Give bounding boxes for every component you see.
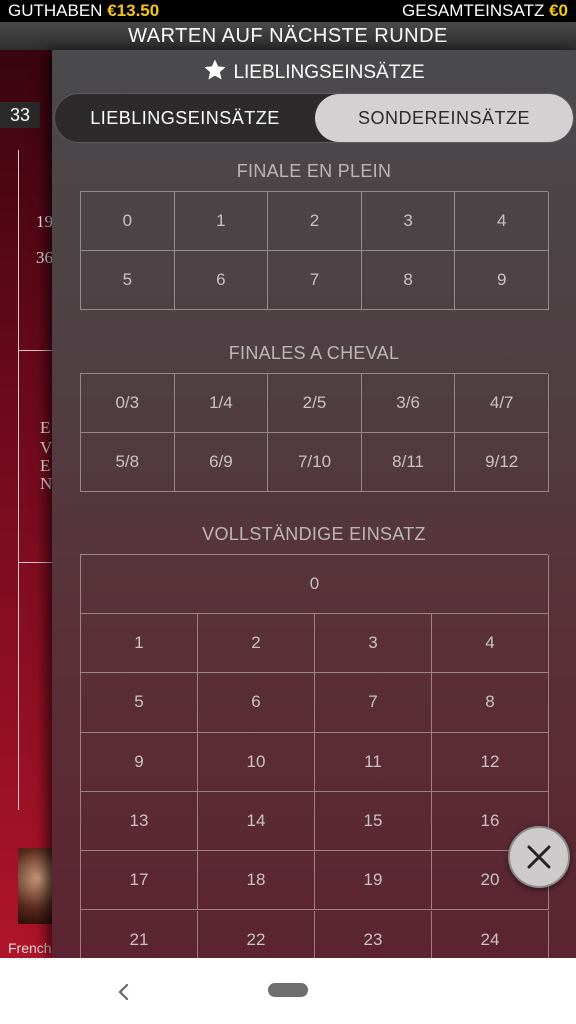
last-number-badge: 33 <box>0 102 40 128</box>
bet-cell[interactable]: 0/3 <box>81 374 175 433</box>
bet-cell[interactable]: 3 <box>315 614 432 674</box>
tab-favorite-bets[interactable]: LIEBLINGSEINSÄTZE <box>55 94 315 142</box>
back-chevron-icon[interactable] <box>114 980 134 1004</box>
panel-title: LIEBLINGSEINSÄTZE <box>52 58 576 86</box>
bet-cell[interactable]: 1 <box>174 192 269 251</box>
bet-cell[interactable]: 0 <box>81 192 175 251</box>
board-text: V <box>40 438 53 457</box>
close-icon <box>527 845 551 869</box>
total-bet-value: €0 <box>549 1 568 20</box>
special-bets-panel: LIEBLINGSEINSÄTZE LIEBLINGSEINSÄTZE SOND… <box>52 50 576 958</box>
section-title-complete-bets: VOLLSTÄNDIGE EINSATZ <box>202 524 426 544</box>
finales-a-cheval-grid: 0/3 1/4 2/5 3/6 4/7 5/8 6/9 7/10 8/11 9/12 <box>80 373 549 492</box>
panel-title-label: LIEBLINGSEINSÄTZE <box>233 62 425 83</box>
total-bet-label: GESAMTEINSATZ <box>402 1 545 20</box>
total-bet: GESAMTEINSATZ €0 <box>402 1 568 21</box>
bet-cell[interactable]: 8 <box>361 251 456 310</box>
bet-cell[interactable]: 23 <box>315 910 432 958</box>
bet-cell[interactable]: 3 <box>361 192 456 251</box>
bet-cell[interactable]: 11 <box>315 732 432 792</box>
bet-type-toggle: LIEBLINGSEINSÄTZE SONDEREINSÄTZE <box>54 93 574 143</box>
bet-cell[interactable]: 1/4 <box>174 374 269 433</box>
bet-cell[interactable]: 17 <box>81 851 198 911</box>
bet-cell[interactable]: 10 <box>198 732 315 792</box>
bet-cell[interactable]: 4 <box>432 614 549 674</box>
bet-cell[interactable]: 2 <box>268 192 362 251</box>
bet-cell[interactable]: 2 <box>198 614 315 674</box>
bet-cell[interactable]: 4/7 <box>455 374 549 433</box>
bet-cell[interactable]: 8 <box>432 673 549 733</box>
home-pill-icon[interactable] <box>268 983 308 997</box>
bet-cell[interactable]: 15 <box>315 791 432 852</box>
bet-cell[interactable]: 24 <box>432 910 549 958</box>
bet-cell[interactable]: 6/9 <box>174 433 269 492</box>
bet-cell[interactable]: 6 <box>198 673 315 733</box>
bet-cell[interactable]: 13 <box>81 791 198 852</box>
bet-cell[interactable]: 22 <box>198 910 315 958</box>
section-title-finale-en-plein: FINALE EN PLEIN <box>236 161 392 181</box>
bet-cell[interactable]: 18 <box>198 851 315 911</box>
bet-cell[interactable]: 7 <box>268 251 362 310</box>
bet-cell[interactable]: 6 <box>174 251 269 310</box>
board-text: 19 <box>36 212 53 231</box>
balance: GUTHABEN €13.50 <box>8 1 159 21</box>
bet-cell[interactable]: 5 <box>81 673 198 733</box>
board-text: E <box>40 418 51 437</box>
finale-en-plein-grid: 01234 56789 <box>80 191 549 310</box>
bet-cell[interactable]: 2/5 <box>268 374 362 433</box>
star-icon <box>204 59 226 80</box>
bet-cell[interactable]: 19 <box>315 851 432 911</box>
bet-cell[interactable]: 1 <box>81 614 198 674</box>
bet-cell[interactable]: 9 <box>81 732 198 792</box>
bet-cell[interactable]: 21 <box>81 910 198 958</box>
bet-cell-zero[interactable]: 0 <box>81 555 549 614</box>
bet-cell[interactable]: 4 <box>455 192 549 251</box>
bet-cell[interactable]: 9 <box>455 251 549 310</box>
game-caption: French <box>8 940 52 956</box>
bet-cell[interactable]: 7 <box>315 673 432 733</box>
bet-cell[interactable]: 8/11 <box>361 433 456 492</box>
bet-cell[interactable]: 5 <box>81 251 175 310</box>
bet-cell[interactable]: 14 <box>198 791 315 852</box>
bet-cell[interactable]: 3/6 <box>361 374 456 433</box>
bet-cell[interactable]: 12 <box>432 732 549 792</box>
system-nav-bar <box>0 958 576 1024</box>
bet-cell[interactable]: 5/8 <box>81 433 175 492</box>
status-bar: GUTHABEN €13.50 GESAMTEINSATZ €0 <box>0 0 576 22</box>
board-text: E <box>40 456 51 475</box>
tab-special-bets[interactable]: SONDEREINSÄTZE <box>315 94 573 142</box>
close-button[interactable] <box>508 826 570 888</box>
board-text: 36 <box>36 248 53 267</box>
round-status-banner: WARTEN AUF NÄCHSTE RUNDE <box>0 22 576 50</box>
section-title-finales-a-cheval: FINALES A CHEVAL <box>228 343 400 363</box>
balance-value: €13.50 <box>107 1 160 20</box>
board-text: N <box>40 474 53 493</box>
bet-cell[interactable]: 7/10 <box>268 433 362 492</box>
bet-cell[interactable]: 9/12 <box>455 433 549 492</box>
complete-bets-grid: 0 1 2 3 4 5 6 7 8 9 10 11 12 13 14 15 16 17 18 19 20 21 22 23 24 <box>80 554 549 958</box>
balance-label: GUTHABEN <box>8 1 103 20</box>
